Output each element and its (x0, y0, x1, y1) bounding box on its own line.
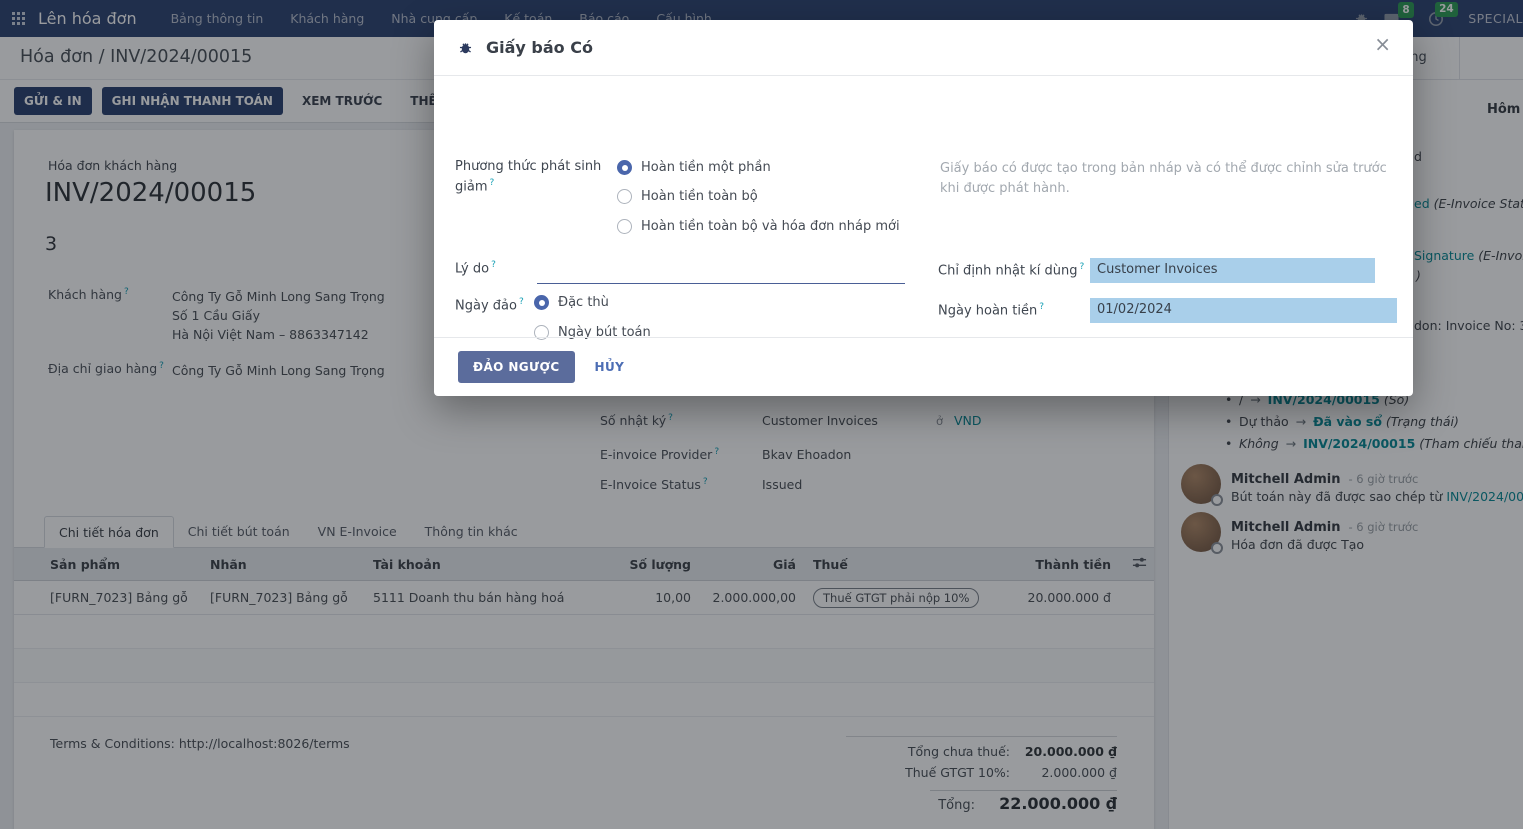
odoo-screen: Lên hóa đơn Bảng thông tin Khách hàng Nh… (0, 0, 1523, 829)
help-hint: ? (490, 178, 495, 188)
refund-method-option-full-new-draft[interactable]: Hoàn tiền toàn bộ và hóa đơn nháp mới (617, 219, 900, 234)
credit-note-modal: Giấy báo Có × Phương thức phát sinh giảm… (434, 20, 1413, 396)
reverse-button[interactable]: ĐẢO NGƯỢC (458, 351, 575, 383)
radio-checked-icon[interactable] (534, 295, 549, 310)
bug-icon (458, 40, 473, 55)
reversal-date-option-specific[interactable]: Đặc thù (534, 295, 609, 310)
modal-body: Phương thức phát sinh giảm? Hoàn tiền mộ… (434, 76, 1413, 337)
radio-icon[interactable] (617, 219, 632, 234)
help-hint: ? (519, 297, 524, 307)
close-icon[interactable]: × (1374, 34, 1391, 54)
credit-note-help-text: Giấy báo có được tạo trong bản nháp và c… (940, 159, 1400, 198)
refund-method-option-partial[interactable]: Hoàn tiền một phần (617, 160, 771, 175)
refund-date-label: Ngày hoàn tiền? (938, 301, 1044, 321)
help-hint: ? (1079, 262, 1084, 272)
refund-method-option-full[interactable]: Hoàn tiền toàn bộ (617, 189, 758, 204)
modal-header: Giấy báo Có × (434, 20, 1413, 76)
refund-method-label: Phương thức phát sinh giảm? (455, 158, 613, 197)
cancel-button[interactable]: HỦY (595, 360, 625, 374)
modal-title: Giấy báo Có (486, 38, 593, 57)
reason-input[interactable] (537, 262, 905, 284)
radio-icon[interactable] (617, 189, 632, 204)
help-hint: ? (1039, 302, 1044, 312)
use-journal-field[interactable]: Customer Invoices (1090, 258, 1375, 283)
help-hint: ? (491, 260, 496, 270)
reversal-date-label: Ngày đảo? (455, 296, 524, 316)
reason-label: Lý do? (455, 259, 496, 279)
refund-date-field[interactable]: 01/02/2024 (1090, 298, 1397, 323)
modal-footer: ĐẢO NGƯỢC HỦY (434, 337, 1413, 396)
use-journal-label: Chỉ định nhật kí dùng? (938, 261, 1084, 281)
radio-checked-icon[interactable] (617, 160, 632, 175)
